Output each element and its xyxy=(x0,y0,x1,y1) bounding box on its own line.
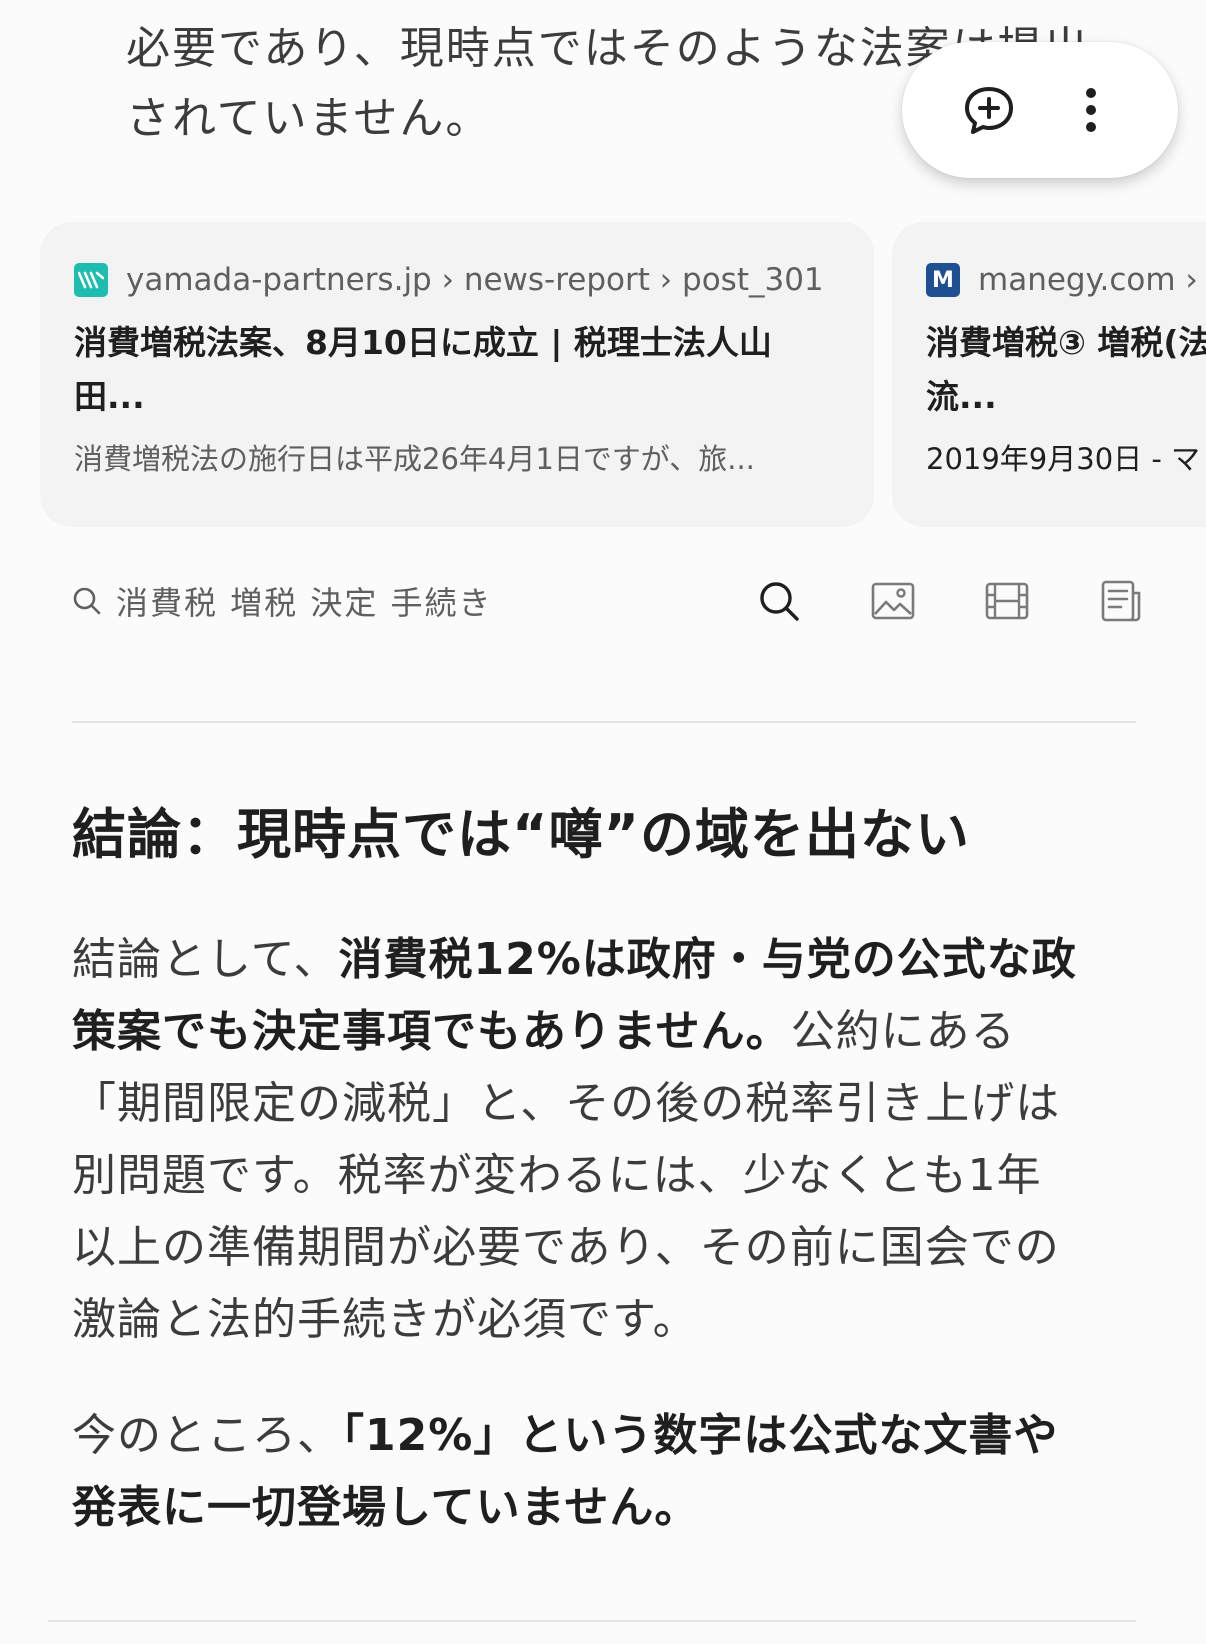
paragraph-line: 策案でも決定事項でもありません。公約にある xyxy=(72,996,1142,1068)
card-title[interactable]: 消費増税③ 増税(法 流... xyxy=(926,316,1206,424)
text-span: 公約にある xyxy=(790,1006,1016,1057)
card-title-line: 消費増税法案、8月10日に成立 | 税理士法人山 xyxy=(74,323,772,362)
search-icon xyxy=(760,582,799,621)
site-favicon-icon: M xyxy=(926,263,960,297)
search-suggestion-text: 消費税 増税 決定 手続き xyxy=(116,584,493,622)
image-search-button[interactable] xyxy=(866,576,920,626)
source-card[interactable]: yamada-partners.jp › news-report › post_… xyxy=(40,222,874,527)
more-vert-icon xyxy=(1086,88,1096,132)
search-small-icon xyxy=(73,587,101,615)
paragraph-line: 今のところ、「12%」という数字は公式な文書や xyxy=(72,1400,1142,1472)
search-suggestion-chip[interactable]: 消費税 増税 決定 手続き xyxy=(72,578,493,624)
news-icon xyxy=(1101,580,1141,622)
text-span: 今のところ、 xyxy=(72,1410,342,1461)
card-title-line: 田... xyxy=(74,377,145,416)
video-icon xyxy=(985,582,1029,620)
text-span: 結論として、 xyxy=(72,934,339,985)
card-title-line: 消費増税③ 増税(法 xyxy=(926,323,1206,362)
add-comment-button[interactable] xyxy=(957,78,1021,142)
paragraph-line: 別問題です。税率が変わるには、少なくとも1年 xyxy=(72,1150,1042,1201)
site-favicon-icon xyxy=(74,263,108,297)
answer-paragraph: 今のところ、「12%」という数字は公式な文書や 発表に一切登場していません。 xyxy=(72,1400,1142,1544)
paragraph-line: 「期間限定の減税」と、その後の税率引き上げは xyxy=(72,1078,1061,1129)
source-cards-carousel[interactable]: yamada-partners.jp › news-report › post_… xyxy=(40,222,1206,527)
image-icon xyxy=(871,582,915,620)
add-comment-icon xyxy=(965,87,1013,134)
bold-text: 策案でも決定事項でもありません。 xyxy=(72,1006,791,1057)
paragraph-line: 結論として、消費税12%は政府・与党の公式な政 xyxy=(72,924,1142,996)
search-button[interactable] xyxy=(752,576,806,626)
answer-paragraph: 結論として、消費税12%は政府・与党の公式な政 策案でも決定事項でもありません。… xyxy=(72,924,1142,1356)
bold-text: 発表に一切登場していません。 xyxy=(72,1482,700,1533)
more-options-button[interactable] xyxy=(1059,78,1123,142)
paragraph-line: 激論と法的手続きが必須です。 xyxy=(72,1294,698,1345)
card-title-line: 流... xyxy=(926,377,997,416)
section-heading: 結論：現時点では“噂”の域を出ない xyxy=(72,803,970,866)
card-breadcrumb: yamada-partners.jp › news-report › post_… xyxy=(126,262,824,298)
paragraph-line: 発表に一切登場していません。 xyxy=(72,1472,1142,1544)
card-snippet: 消費増税法の施行日は平成26年4月1日ですが、旅... xyxy=(74,442,755,476)
floating-action-bar xyxy=(902,42,1178,178)
card-snippet: 2019年9月30日 - マ xyxy=(926,442,1201,476)
card-source: yamada-partners.jp › news-report › post_… xyxy=(74,258,840,302)
news-search-button[interactable] xyxy=(1094,576,1148,626)
source-card[interactable]: M manegy.com › 消費増税③ 増税(法 流... 2019年9月30… xyxy=(892,222,1206,527)
card-source: M manegy.com › xyxy=(926,258,1206,302)
video-search-button[interactable] xyxy=(980,576,1034,626)
bold-text: 「12%」という数字は公式な文書や xyxy=(342,1410,1059,1461)
paragraph-line: 以上の準備期間が必要であり、その前に国会での xyxy=(72,1222,1060,1273)
section-divider xyxy=(72,721,1136,723)
search-suggestion-row: 消費税 増税 決定 手続き xyxy=(72,576,1162,626)
section-divider xyxy=(48,1620,1136,1622)
card-breadcrumb: manegy.com › xyxy=(978,262,1198,298)
bold-text: 消費税12%は政府・与党の公式な政 xyxy=(338,934,1077,985)
card-title[interactable]: 消費増税法案、8月10日に成立 | 税理士法人山 田... xyxy=(74,316,840,424)
search-actions xyxy=(752,576,1148,626)
